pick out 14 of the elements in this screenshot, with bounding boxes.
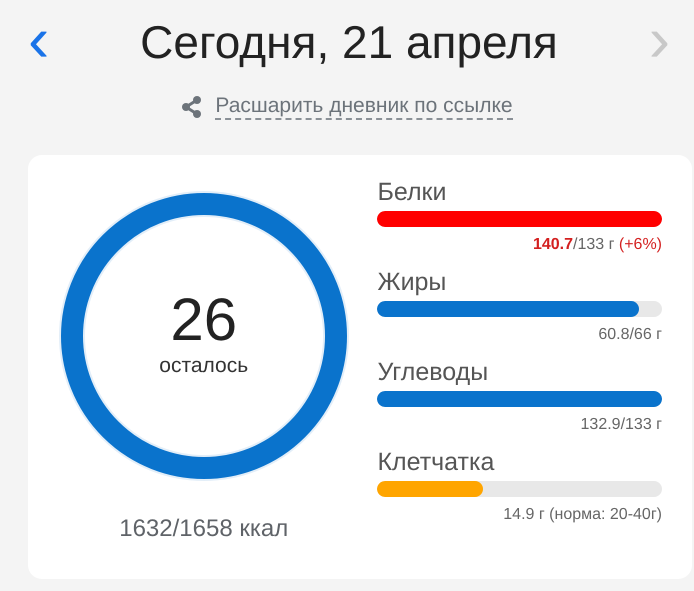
remaining-label: осталось — [159, 353, 248, 380]
nutrient-reading: 132.9/133 г — [580, 415, 662, 435]
nutrient-name: Белки — [377, 177, 448, 207]
share-icon[interactable] — [181, 95, 204, 119]
share-diary-link[interactable]: Расшарить дневник по ссылке — [215, 94, 513, 120]
nutrient-reading: 140.7/133 г (+6%) — [532, 235, 662, 255]
remaining-calories: 26 — [170, 290, 238, 350]
date-title: Сегодня, 21 апреля — [140, 14, 558, 70]
nutrient-name: Углеводы — [377, 357, 490, 387]
calorie-total: 1632/1658 ккал — [119, 514, 288, 544]
nutrient-name: Жиры — [377, 267, 448, 297]
nutrient-reading: 14.9 г (норма: 20-40г) — [502, 505, 662, 525]
nutrient-name: Клетчатка — [377, 447, 496, 477]
nutrient-reading: 60.8/66 г — [597, 325, 662, 345]
